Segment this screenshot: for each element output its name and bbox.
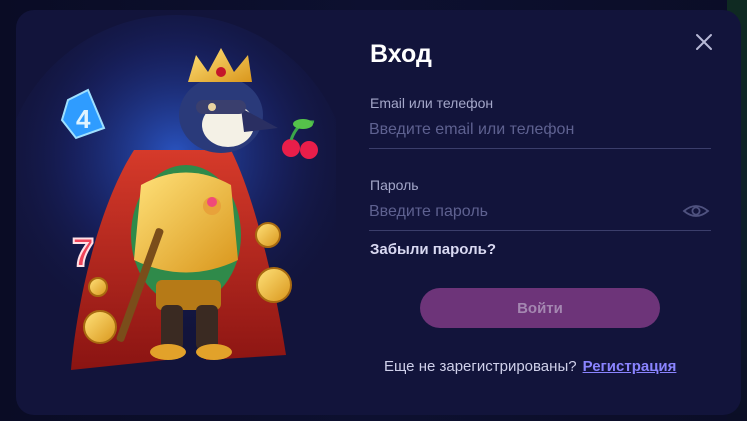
email-field[interactable] [369,116,711,149]
penguin-king-mascot: 4 7 [16,15,336,370]
password-field[interactable] [369,198,711,231]
login-button[interactable]: Войти [420,288,660,328]
eye-icon[interactable] [682,202,710,220]
close-icon[interactable] [692,30,716,54]
svg-text:4: 4 [76,104,91,134]
register-link[interactable]: Регистрация [583,358,677,375]
password-visibility-toggle[interactable] [682,202,710,220]
password-label: Пароль [370,177,419,193]
hero-illustration: 4 7 [16,10,336,415]
login-modal: 4 7 Вход Email или телефон Пароль За [16,10,741,415]
forgot-password-link[interactable]: Забыли пароль? [370,241,496,258]
register-prompt-text: Еще не зарегистрированы? [384,358,577,375]
email-label: Email или телефон [370,95,494,111]
dialog-title: Вход [370,40,432,68]
svg-text:7: 7 [72,231,94,275]
close-button[interactable] [692,30,716,54]
register-prompt: Еще не зарегистрированы? Регистрация [384,358,676,375]
